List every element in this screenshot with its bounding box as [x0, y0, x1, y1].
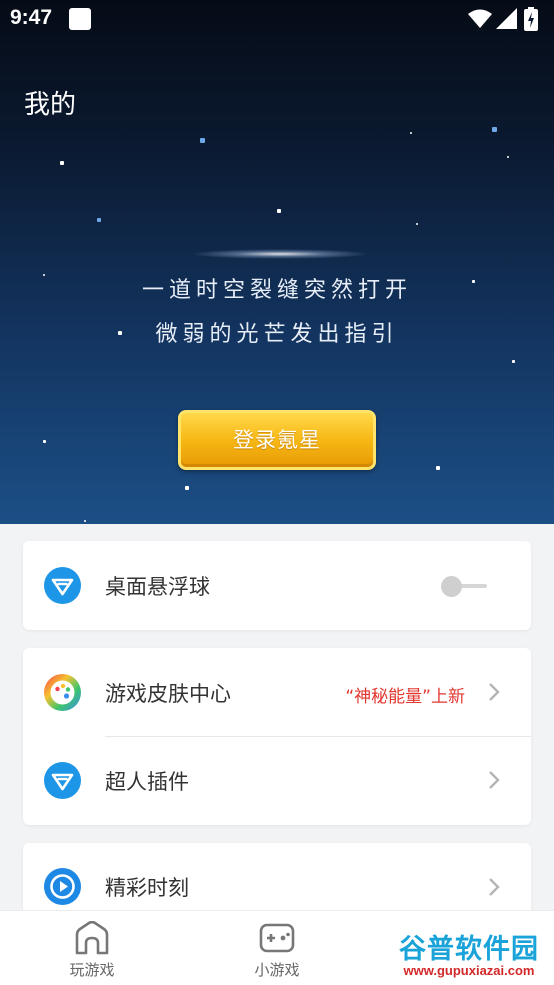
float-ball-label: 桌面悬浮球 — [105, 575, 210, 599]
nav-tab-mini-games[interactable]: 小游戏 — [217, 911, 337, 985]
home-icon — [75, 921, 109, 955]
shield-v-icon — [44, 762, 81, 799]
float-ball-row[interactable]: 桌面悬浮球 — [23, 541, 531, 629]
chevron-right-icon — [489, 771, 500, 789]
toggle-knob — [441, 576, 462, 597]
features-card: 游戏皮肤中心 “神秘能量”上新 超人插件 — [23, 648, 531, 825]
battery-icon — [524, 7, 538, 31]
watermark-title: 谷普软件园 — [399, 934, 539, 965]
watermark-url: www.gupuxiazai.com — [403, 963, 535, 978]
status-icons — [468, 7, 544, 31]
skin-center-badge: “神秘能量”上新 — [345, 687, 465, 707]
superman-plugin-row[interactable]: 超人插件 — [23, 736, 531, 824]
float-ball-toggle[interactable] — [441, 576, 493, 597]
signal-icon — [496, 8, 517, 29]
chevron-right-icon — [489, 683, 500, 701]
status-time: 9:47 — [10, 6, 53, 29]
tagline-line1: 一道时空裂缝突然打开 — [141, 278, 412, 303]
page-title: 我的 — [24, 90, 77, 120]
notification-icon — [69, 8, 91, 30]
skin-center-label: 游戏皮肤中心 — [105, 682, 231, 706]
status-bar: 9:47 — [0, 0, 554, 38]
nav-tab-play-games[interactable]: 玩游戏 — [32, 911, 152, 985]
play-icon — [44, 868, 81, 905]
profile-hero: 9:47 我的 一道时空裂缝突然打开 微弱的光芒发出指引 登录氪星 — [0, 0, 554, 524]
shield-v-icon — [44, 567, 81, 604]
login-button[interactable]: 登录氪星 — [178, 410, 376, 470]
gamepad-icon — [259, 923, 295, 953]
rift-glow — [190, 249, 370, 259]
nav-label: 玩游戏 — [69, 961, 115, 979]
site-watermark: 谷普软件园 www.gupuxiazai.com — [386, 925, 552, 983]
tagline-line2: 微弱的光芒发出指引 — [155, 322, 399, 347]
palette-icon — [44, 674, 81, 711]
skin-center-row[interactable]: 游戏皮肤中心 “神秘能量”上新 — [23, 648, 531, 736]
nav-label: 小游戏 — [254, 961, 300, 979]
highlights-label: 精彩时刻 — [105, 876, 189, 900]
chevron-right-icon — [489, 878, 500, 896]
float-ball-card: 桌面悬浮球 — [23, 541, 531, 630]
wifi-icon — [468, 9, 492, 28]
superman-plugin-label: 超人插件 — [105, 770, 189, 794]
